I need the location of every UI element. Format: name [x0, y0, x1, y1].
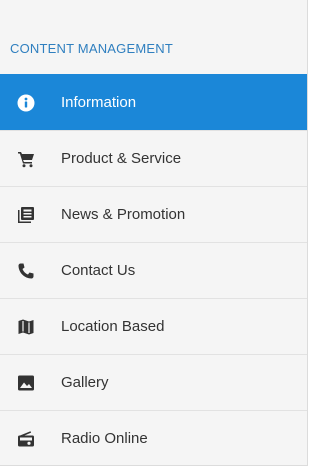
map-icon — [16, 317, 36, 337]
image-icon — [16, 373, 36, 393]
cart-icon — [16, 149, 36, 169]
sidebar-item-label: Gallery — [61, 374, 109, 391]
sidebar-menu: Information Product & Service News & Pro… — [0, 74, 307, 466]
sidebar-item-label: Product & Service — [61, 150, 182, 167]
sidebar-item-label: Contact Us — [61, 262, 136, 279]
sidebar-item-label: Information — [61, 94, 137, 111]
sidebar-item-news-promotion[interactable]: News & Promotion — [0, 186, 307, 242]
newspaper-icon — [16, 205, 36, 225]
sidebar-item-label: News & Promotion — [61, 206, 186, 223]
content-management-sidebar: CONTENT MANAGEMENT Information Product &… — [0, 0, 308, 466]
section-title: CONTENT MANAGEMENT — [10, 41, 173, 56]
info-icon — [16, 93, 36, 113]
sidebar-item-location-based[interactable]: Location Based — [0, 298, 307, 354]
sidebar-item-contact-us[interactable]: Contact Us — [0, 242, 307, 298]
sidebar-item-radio-online[interactable]: Radio Online — [0, 410, 307, 466]
phone-icon — [16, 261, 36, 281]
sidebar-item-gallery[interactable]: Gallery — [0, 354, 307, 410]
sidebar-item-product-service[interactable]: Product & Service — [0, 130, 307, 186]
sidebar-item-information[interactable]: Information — [0, 74, 307, 130]
sidebar-item-label: Radio Online — [61, 430, 148, 447]
sidebar-item-label: Location Based — [61, 318, 165, 335]
radio-icon — [16, 429, 36, 449]
